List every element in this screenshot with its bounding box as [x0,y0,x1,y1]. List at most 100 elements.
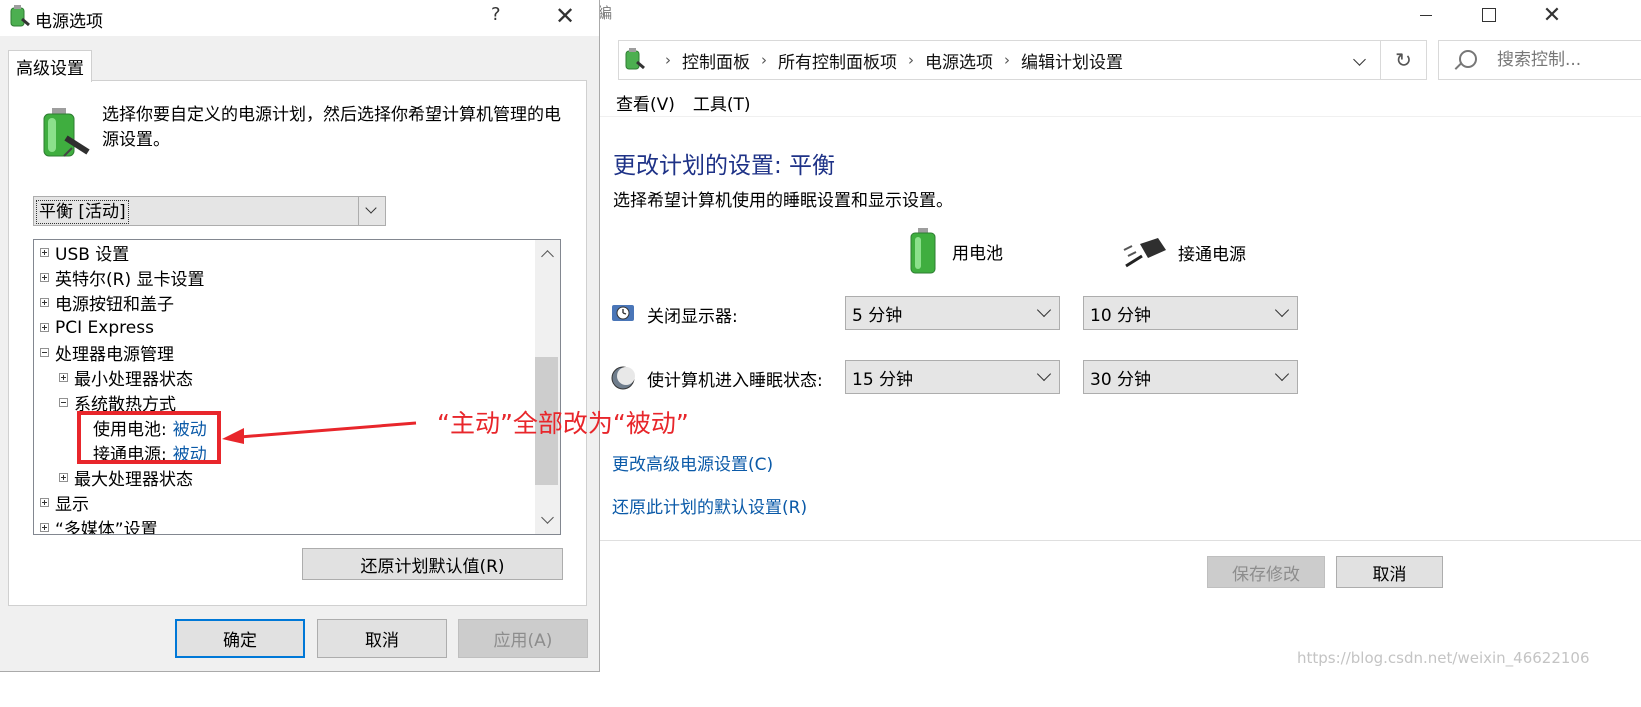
dialog-intro-text: 选择你要自定义的电源计划，然后选择你希望计算机管理的电源设置。 [102,105,561,150]
address-bar[interactable]: › 控制面板 › 所有控制面板项 › 电源选项 › 编辑计划设置 [618,40,1381,80]
tab-advanced-settings[interactable]: 高级设置 [8,50,92,82]
breadcrumb-item-edit-plan[interactable]: 编辑计划设置 [1021,48,1123,73]
close-icon: ✕ [555,2,576,30]
control-panel-icon [625,48,645,70]
apply-button[interactable]: 应用(A) [458,619,588,658]
sleep-battery-select[interactable]: 15 分钟 [845,360,1060,394]
footer-divider [600,540,1641,541]
restore-defaults-link[interactable]: 还原此计划的默认设置(R) [612,493,807,518]
tree-item-label: 显示 [55,495,89,515]
tree-item-processor-power[interactable]: 处理器电源管理 [40,340,174,365]
chevron-down-icon [358,197,385,225]
refresh-icon: ↻ [1395,48,1412,72]
power-plug-icon [1123,238,1166,268]
chevron-right-icon: › [908,51,914,69]
chevron-down-icon [1274,302,1290,318]
tree-item-intel-graphics[interactable]: 英特尔(R) 显卡设置 [40,265,204,290]
cp-cancel-button[interactable]: 取消 [1336,556,1443,588]
breadcrumb: › 控制面板 › 所有控制面板项 › 电源选项 › 编辑计划设置 [665,41,1123,79]
chevron-down-icon [1036,366,1052,382]
expand-icon[interactable] [40,498,49,507]
tree-item-label: PCI Express [55,317,154,338]
tree-item-label: 英特尔(R) 显卡设置 [55,270,205,290]
chevron-down-icon [1274,366,1290,382]
search-icon [1459,50,1477,68]
restore-plan-defaults-button[interactable]: 还原计划默认值(R) [302,548,563,580]
expand-icon[interactable] [40,248,49,257]
control-panel-window: 編 ✕ › 控制面板 › 所有控制面板项 › 电源选项 › 编辑计划设置 ↻ 搜… [597,0,1641,707]
advanced-settings-link[interactable]: 更改高级电源设置(C) [612,450,773,475]
ok-button[interactable]: 确定 [175,619,305,658]
battery-column-label: 用电池 [952,243,1003,264]
help-button[interactable]: ? [491,4,501,25]
menu-view[interactable]: 查看(V) [616,90,675,116]
power-options-dialog: 电源选项 ? ✕ 高级设置 选择你要自定义的电源计划，然后选择你希望计算机管理的… [0,0,600,672]
search-input[interactable]: 搜索控制... [1438,40,1641,80]
cp-close-button[interactable]: ✕ [1529,0,1575,30]
tree-item-label: “多媒体”设置 [55,520,158,535]
monitor-clock-icon [612,305,634,321]
dialog-titlebar: 电源选项 ? ✕ [0,0,599,36]
tree-item-usb[interactable]: USB 设置 [40,240,129,265]
minimize-button[interactable] [1403,0,1449,30]
tree-item-label: 处理器电源管理 [55,345,174,365]
expand-icon[interactable] [40,523,49,532]
display-off-battery-select[interactable]: 5 分钟 [845,296,1060,330]
sleep-battery-value: 15 分钟 [852,369,914,390]
expand-icon[interactable] [40,323,49,332]
display-off-battery-value: 5 分钟 [852,305,903,326]
expand-icon[interactable] [59,473,68,482]
chevron-right-icon: › [1004,51,1010,69]
battery-icon [910,228,936,274]
display-off-plugged-select[interactable]: 10 分钟 [1083,296,1298,330]
tree-item-pci-express[interactable]: PCI Express [40,315,154,340]
tree-item-min-processor[interactable]: 最小处理器状态 [59,365,193,390]
highlight-box [77,411,221,464]
menu-bar: 查看(V) 工具(T) [616,90,751,116]
breadcrumb-item-all-items[interactable]: 所有控制面板项 [778,48,897,73]
tree-item-label: 最小处理器状态 [74,370,193,390]
tree-item-max-processor[interactable]: 最大处理器状态 [59,465,193,490]
tree-item-label: 最大处理器状态 [74,470,193,490]
expand-icon[interactable] [40,298,49,307]
collapse-icon[interactable] [40,348,49,357]
chevron-down-icon[interactable] [1353,53,1366,66]
expand-icon[interactable] [59,373,68,382]
settings-tree: USB 设置 英特尔(R) 显卡设置 电源按钮和盖子 PCI Express 处… [33,239,561,535]
sleep-row-label: 使计算机进入睡眠状态: [611,364,823,392]
watermark-text: https://blog.csdn.net/weixin_46622106 [1297,649,1590,667]
tree-item-multimedia[interactable]: “多媒体”设置 [40,515,158,535]
chevron-right-icon: › [761,51,767,69]
chevron-down-icon [1036,302,1052,318]
menu-tools[interactable]: 工具(T) [693,90,751,116]
sleep-plugged-select[interactable]: 30 分钟 [1083,360,1298,394]
menu-divider [600,116,1641,117]
annotation-text: “主动”全部改为“被动” [437,409,689,438]
collapse-icon[interactable] [59,398,68,407]
refresh-button[interactable]: ↻ [1381,40,1427,80]
battery-plug-icon [43,108,90,157]
annotation-arrow [222,421,417,444]
sleep-label: 使计算机进入睡眠状态: [647,370,823,391]
breadcrumb-item-control-panel[interactable]: 控制面板 [682,48,750,73]
power-plan-select[interactable]: 平衡 [活动] [33,196,386,226]
maximize-button[interactable] [1466,0,1512,30]
close-icon: ✕ [1542,2,1562,28]
tree-item-display[interactable]: 显示 [40,490,89,515]
expand-icon[interactable] [40,273,49,282]
page-title: 更改计划的设置: 平衡 [613,153,836,179]
display-off-plugged-value: 10 分钟 [1090,305,1152,326]
dialog-close-button[interactable]: ✕ [555,2,575,30]
search-placeholder: 搜索控制... [1497,50,1582,70]
battery-column-header: 用电池 [908,228,1003,274]
power-plan-value: 平衡 [活动] [36,200,129,224]
display-off-row-label: 关闭显示器: [611,300,738,328]
maximize-icon [1482,8,1496,22]
plugged-column-header: 接通电源 [1122,236,1246,268]
save-changes-button[interactable]: 保存修改 [1207,556,1325,588]
tree-item-label: USB 设置 [55,245,130,265]
dialog-cancel-button[interactable]: 取消 [317,619,447,658]
minimize-icon [1420,14,1432,16]
breadcrumb-item-power-options[interactable]: 电源选项 [925,48,993,73]
tree-item-power-buttons[interactable]: 电源按钮和盖子 [40,290,174,315]
